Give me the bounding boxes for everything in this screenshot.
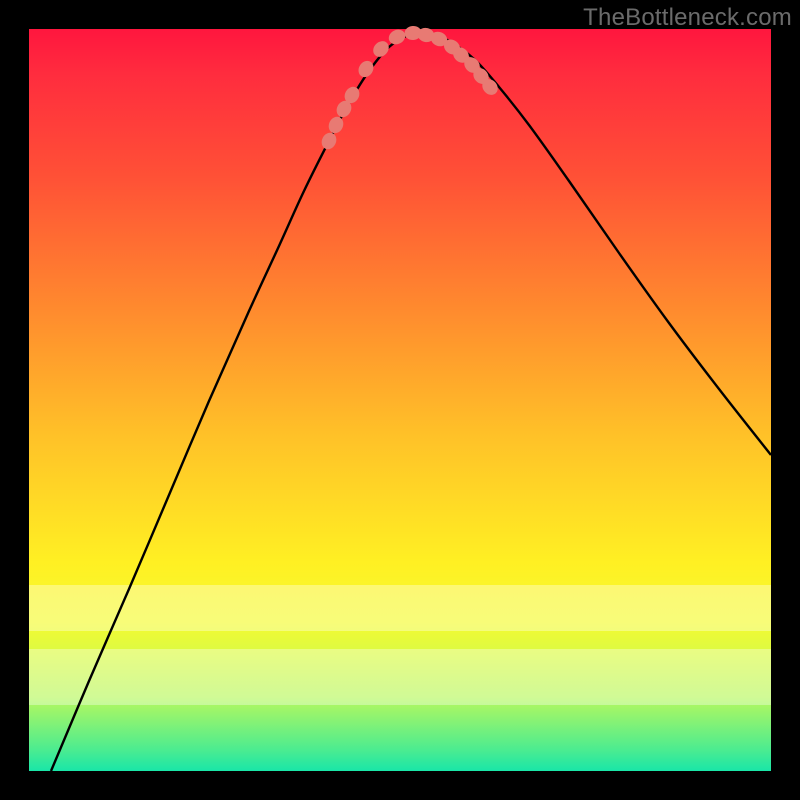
bottleneck-curve (51, 32, 771, 771)
chart-plot-area (29, 29, 771, 771)
curve-svg (29, 29, 771, 771)
curve-marker (319, 130, 339, 151)
curve-marker (386, 27, 407, 47)
watermark-text: TheBottleneck.com (583, 4, 792, 32)
curve-marker (326, 114, 346, 135)
curve-marker (356, 58, 377, 80)
marker-group (319, 25, 501, 151)
